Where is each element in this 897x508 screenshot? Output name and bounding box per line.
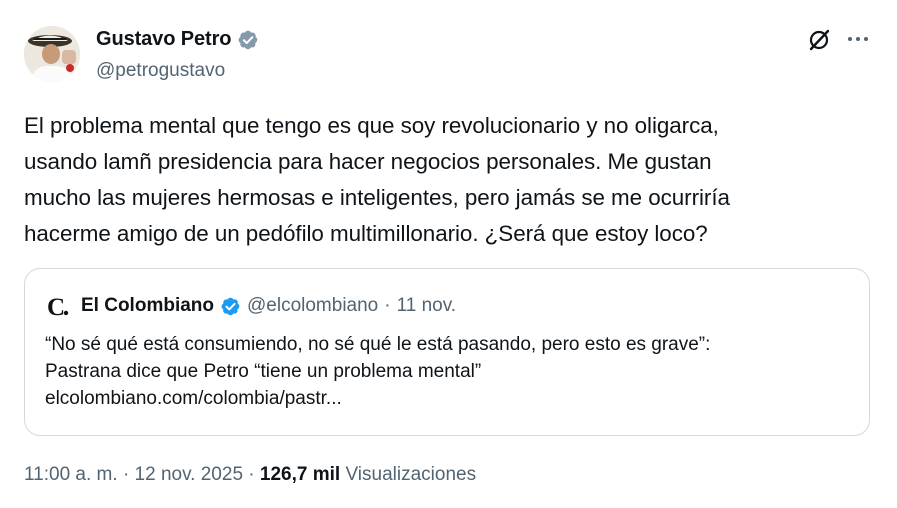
separator-dot: · <box>248 464 255 485</box>
quoted-author-name[interactable]: El Colombiano <box>81 295 214 317</box>
avatar[interactable] <box>24 26 80 82</box>
tweet-text-line: El problema mental que tengo es que soy … <box>24 113 719 138</box>
verified-badge-icon[interactable] <box>237 29 259 51</box>
tweet-time[interactable]: 11:00 a. m. <box>24 464 118 485</box>
author-name-row: Gustavo Petro <box>96 28 259 51</box>
avatar-photo <box>24 26 80 82</box>
views-count[interactable]: 126,7 mil <box>260 464 340 485</box>
tweet-text-line: usando lamñ presidencia para hacer negoc… <box>24 149 712 174</box>
quoted-text-line: Pastrana dice que Petro “tiene un proble… <box>45 361 482 382</box>
verified-badge-icon[interactable] <box>220 296 241 317</box>
quoted-link[interactable]: elcolombiano.com/colombia/pastr... <box>45 385 865 412</box>
views-label[interactable]: Visualizaciones <box>345 464 476 485</box>
separator-dot: · <box>384 295 391 316</box>
quoted-author-handle[interactable]: @elcolombiano <box>247 295 378 317</box>
separator-dot: · <box>122 464 130 485</box>
quoted-tweet-text: “No sé qué está consumiendo, no sé qué l… <box>45 331 865 412</box>
tweet-text-line: mucho las mujeres hermosas e inteligente… <box>24 185 730 210</box>
more-options-icon[interactable] <box>846 34 870 44</box>
grok-icon[interactable] <box>806 27 832 53</box>
el-colombiano-logo-icon: C <box>45 293 71 319</box>
tweet-text-line: hacerme amigo de un pedófilo multimillon… <box>24 221 708 246</box>
quoted-tweet-header: C El Colombiano @elcolombiano · 11 nov. <box>45 293 456 319</box>
author-display-name[interactable]: Gustavo Petro <box>96 28 232 51</box>
svg-text:C: C <box>47 294 65 319</box>
tweet-meta: 11:00 a. m. · 12 nov. 2025 · 126,7 mil V… <box>24 464 476 486</box>
quoted-text-line: “No sé qué está consumiendo, no sé qué l… <box>45 334 711 355</box>
quoted-tweet-date[interactable]: 11 nov. <box>397 295 457 317</box>
tweet-text: El problema mental que tengo es que soy … <box>24 108 874 252</box>
quoted-tweet-card[interactable]: C El Colombiano @elcolombiano · 11 nov. … <box>24 268 870 436</box>
tweet-date[interactable]: 12 nov. 2025 <box>135 464 243 485</box>
author-handle[interactable]: @petrogustavo <box>96 60 225 82</box>
